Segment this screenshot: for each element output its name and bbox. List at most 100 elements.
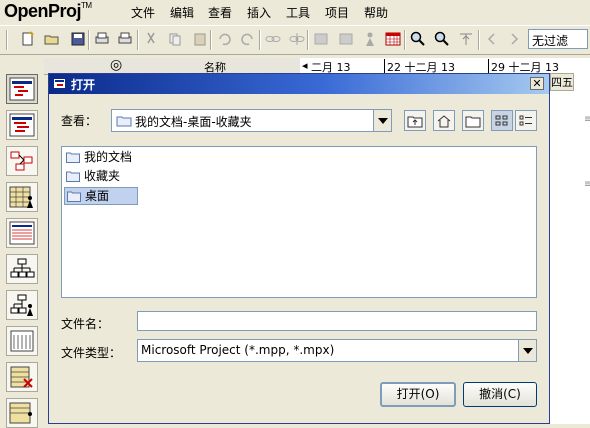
cut-icon[interactable] <box>143 31 159 47</box>
open-icon[interactable] <box>44 31 60 47</box>
wbs-chart-icon <box>10 258 35 278</box>
link-icon[interactable] <box>265 31 281 47</box>
save-icon[interactable] <box>70 31 86 47</box>
toolbar-separator <box>88 30 90 50</box>
report-view-button[interactable] <box>6 326 38 356</box>
task-usage-view-button[interactable] <box>6 218 38 248</box>
open-button[interactable]: 打开(O) <box>380 382 456 407</box>
network-view-button[interactable] <box>6 146 38 176</box>
undo-icon[interactable] <box>216 31 232 47</box>
previous-icon[interactable] <box>484 31 500 47</box>
new-project-icon[interactable] <box>20 31 36 47</box>
print-preview-icon[interactable] <box>117 31 133 47</box>
file-list[interactable]: 我的文档 收藏夹 桌面 <box>61 146 537 298</box>
menu-view[interactable]: 查看 <box>208 4 232 21</box>
file-name: 我的文档 <box>84 150 133 164</box>
copy-icon[interactable] <box>167 31 183 47</box>
toolbar-separator <box>404 30 406 50</box>
menu-edit[interactable]: 编辑 <box>170 4 194 21</box>
report-icon <box>10 330 34 352</box>
file-item[interactable]: 我的文档 <box>64 149 132 167</box>
next-icon[interactable] <box>506 31 522 47</box>
filename-field[interactable] <box>137 311 537 331</box>
up-one-level-button[interactable] <box>404 110 426 131</box>
openproj-window-icon <box>53 78 66 89</box>
notes-icon[interactable] <box>338 31 354 47</box>
dialog-titlebar[interactable]: 打开 ✕ <box>49 74 549 94</box>
app-logo-text: OpenProj <box>4 1 82 21</box>
look-in-combo[interactable]: 我的文档-桌面-收藏夹 <box>111 109 392 132</box>
task-info-icon[interactable] <box>313 31 329 47</box>
trademark-mark: TM <box>81 1 92 10</box>
resource-view-button[interactable] <box>6 182 38 212</box>
gantt-view-icon <box>9 77 35 101</box>
rbs-view-button[interactable] <box>6 290 38 320</box>
task-usage-icon <box>9 221 35 245</box>
view-sidebar <box>0 66 44 428</box>
folder-icon <box>66 171 80 182</box>
file-name: 桌面 <box>85 189 110 203</box>
toolbar-separator <box>307 30 309 50</box>
rbs-chart-icon <box>10 294 33 316</box>
toolbar-separator <box>478 30 480 50</box>
wbs-view-button[interactable] <box>6 254 38 284</box>
toolbar-separator <box>210 30 212 50</box>
filetype-value: Microsoft Project (*.mpp, *.mpx) <box>141 343 335 357</box>
gantt-day-labels: 四五 <box>550 73 574 91</box>
zoom-in-icon[interactable] <box>410 31 426 47</box>
tracking-gantt-view-button[interactable] <box>6 110 38 140</box>
details-view-icon <box>519 115 532 126</box>
splitter-grip[interactable]: ≡ <box>584 114 590 125</box>
gantt-left-arrow-icon[interactable]: ◂ <box>302 59 308 72</box>
resource-sheet-icon <box>9 186 33 208</box>
assign-resource-icon[interactable] <box>362 31 378 47</box>
menu-file[interactable]: 文件 <box>131 4 155 21</box>
projects-delete-icon <box>10 366 33 388</box>
toolbar-grip <box>6 30 8 50</box>
list-view-button[interactable] <box>491 110 513 131</box>
home-button[interactable] <box>433 110 455 131</box>
tracking-gantt-icon <box>9 113 35 137</box>
dropdown-arrow-icon[interactable] <box>373 110 391 131</box>
unlink-icon[interactable] <box>289 31 305 47</box>
folder-icon <box>67 191 81 202</box>
list-view-icon <box>495 115 508 126</box>
scroll-to-task-icon[interactable] <box>458 31 474 47</box>
menu-project[interactable]: 项目 <box>325 4 349 21</box>
menu-help[interactable]: 帮助 <box>364 4 388 21</box>
toolbar-separator <box>259 30 261 50</box>
gantt-view-button[interactable] <box>6 74 38 104</box>
network-diagram-icon <box>10 151 33 171</box>
paste-icon[interactable] <box>192 31 208 47</box>
filetype-combo[interactable]: Microsoft Project (*.mpp, *.mpx) <box>137 339 537 362</box>
calendar-icon[interactable] <box>385 31 401 47</box>
splitter-grip[interactable]: ≡ <box>584 179 590 190</box>
new-folder-icon <box>465 116 481 128</box>
file-item[interactable]: 收藏夹 <box>64 168 120 186</box>
home-icon <box>437 115 451 128</box>
folder-up-icon <box>407 116 423 128</box>
print-icon[interactable] <box>94 31 110 47</box>
redo-icon[interactable] <box>240 31 256 47</box>
projects-view-button[interactable] <box>6 362 38 392</box>
toolbar: 无过滤 <box>0 25 590 55</box>
menu-bar: OpenProjTM 文件 编辑 查看 插入 工具 项目 帮助 <box>0 0 590 24</box>
dropdown-arrow-icon[interactable] <box>518 340 536 361</box>
file-item-selected[interactable]: 桌面 <box>64 187 138 205</box>
close-button[interactable]: ✕ <box>530 77 544 90</box>
dialog-title: 打开 <box>71 78 96 92</box>
toolbar-separator <box>137 30 139 50</box>
cancel-button[interactable]: 撤消(C) <box>463 382 537 407</box>
folder-icon <box>116 116 132 127</box>
zoom-out-icon[interactable] <box>434 31 450 47</box>
folder-icon <box>66 152 80 163</box>
look-in-label: 查看： <box>61 114 98 128</box>
look-in-value: 我的文档-桌面-收藏夹 <box>135 115 252 129</box>
menu-insert[interactable]: 插入 <box>247 4 271 21</box>
new-folder-button[interactable] <box>462 110 484 131</box>
filename-label: 文件名： <box>61 317 110 331</box>
file-name: 收藏夹 <box>84 169 121 183</box>
filter-select[interactable]: 无过滤 <box>528 29 588 49</box>
details-view-button[interactable] <box>515 110 537 131</box>
menu-tools[interactable]: 工具 <box>286 4 310 21</box>
